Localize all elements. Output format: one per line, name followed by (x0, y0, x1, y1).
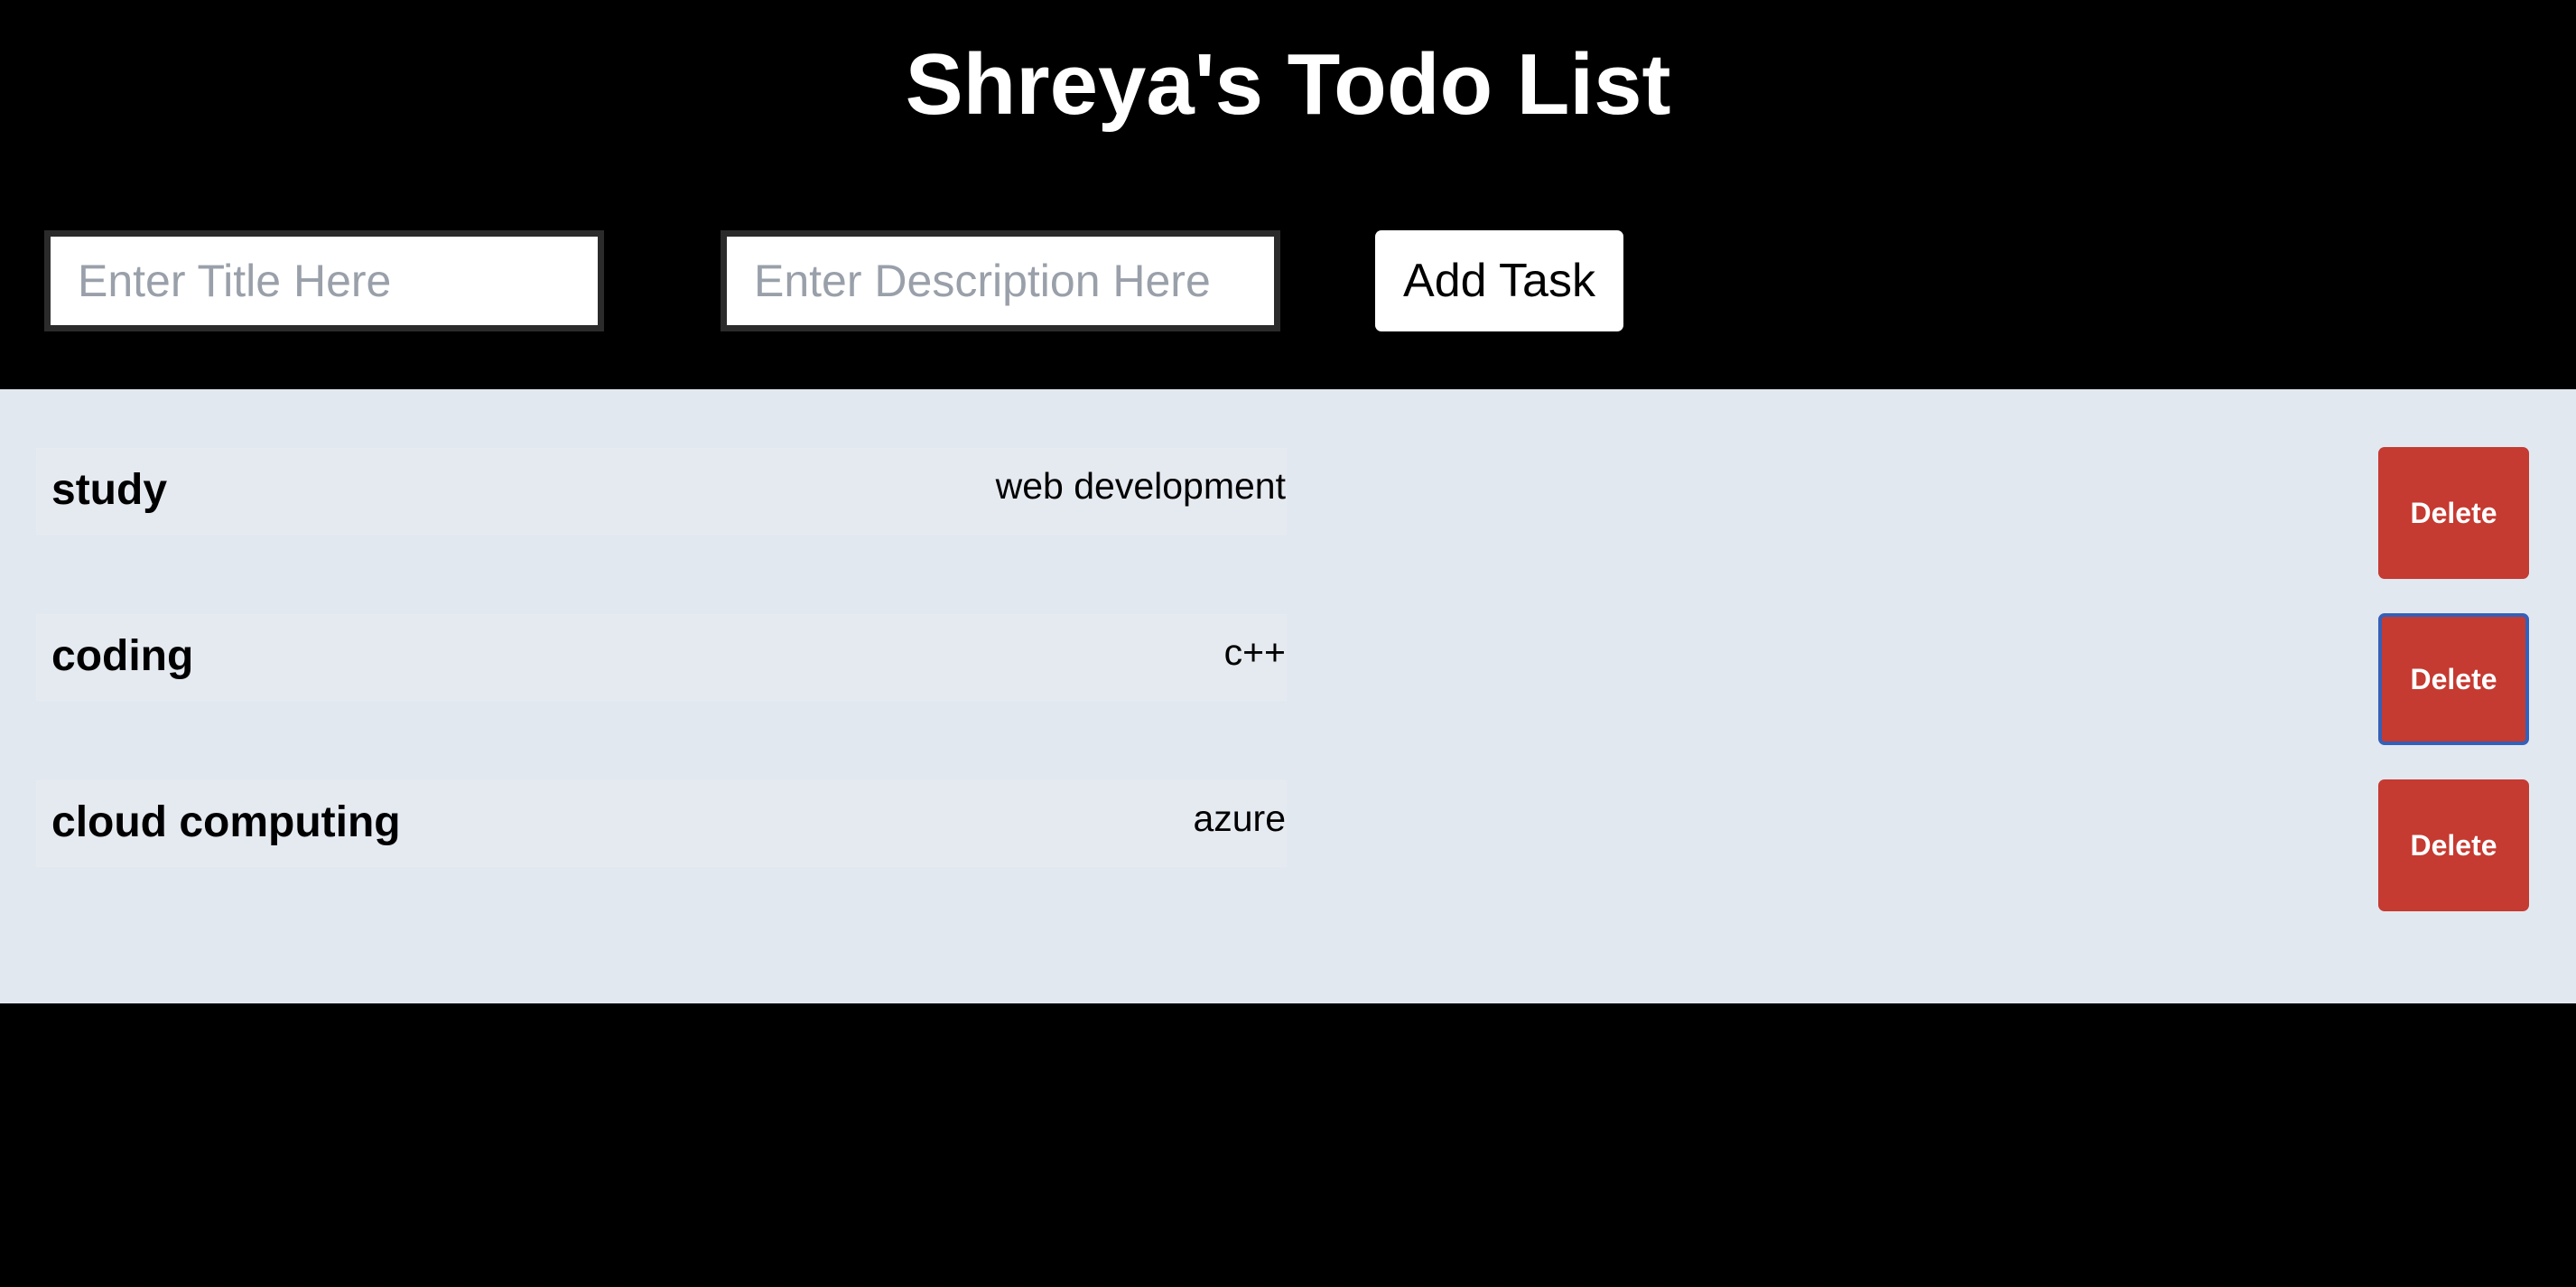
task-text: cloud computing azure (36, 780, 1287, 867)
title-input[interactable] (44, 230, 604, 331)
add-task-button[interactable]: Add Task (1375, 230, 1623, 331)
task-title: coding (51, 632, 194, 680)
page-title: Shreya's Todo List (905, 36, 1671, 133)
task-item: coding c++ (0, 605, 2576, 739)
task-item: study web development (0, 439, 2576, 573)
task-description: c++ (1223, 631, 1286, 673)
task-title: cloud computing (51, 798, 401, 846)
delete-button[interactable]: Delete (2378, 613, 2529, 745)
task-text: study web development (36, 448, 1287, 535)
task-list: study web development coding c++ cloud c… (0, 389, 2576, 1003)
task-description: azure (1193, 797, 1286, 839)
task-description: web development (995, 465, 1286, 507)
task-item: cloud computing azure (0, 771, 2576, 905)
task-title: study (51, 466, 168, 514)
task-text: coding c++ (36, 614, 1287, 701)
delete-button[interactable]: Delete (2378, 779, 2529, 911)
delete-button[interactable]: Delete (2378, 447, 2529, 579)
description-input[interactable] (721, 230, 1280, 331)
